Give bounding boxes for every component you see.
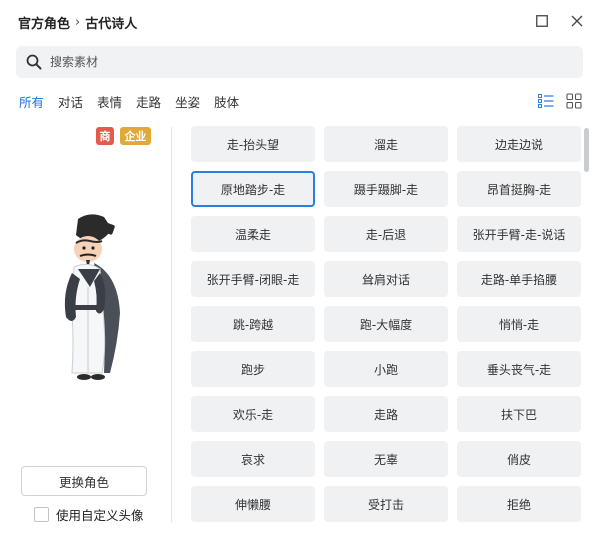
action-item[interactable]: 昂首挺胸-走	[457, 171, 581, 207]
action-item[interactable]: 跑步	[191, 351, 315, 387]
action-item[interactable]: 原地踏步-走	[191, 171, 315, 207]
action-item[interactable]: 俏皮	[457, 441, 581, 477]
action-item[interactable]: 哀求	[191, 441, 315, 477]
breadcrumb-separator: ›	[75, 15, 81, 30]
action-item[interactable]: 蹑手蹑脚-走	[324, 171, 448, 207]
tab-all[interactable]: 所有	[19, 92, 44, 110]
action-item[interactable]: 温柔走	[191, 216, 315, 252]
action-item[interactable]: 伸懒腰	[191, 486, 315, 522]
search-icon	[26, 54, 42, 70]
category-tabs: 所有 对话 表情 走路 坐姿 肢体	[19, 92, 253, 110]
grid-view-icon	[566, 93, 582, 109]
action-item[interactable]: 张开手臂-走-说话	[457, 216, 581, 252]
breadcrumb-parent[interactable]: 官方角色	[18, 13, 70, 32]
custom-avatar-label: 使用自定义头像	[56, 508, 144, 523]
action-item[interactable]: 无辜	[324, 441, 448, 477]
action-grid: 走-抬头望 溜走 边走边说原地踏步-走 蹑手蹑脚-走 昂首挺胸-走温柔走 走-后退 张开手臂…	[191, 126, 583, 522]
title-bar: 官方角色 › 古代诗人	[0, 0, 598, 42]
action-item[interactable]: 受打击	[324, 486, 448, 522]
custom-avatar-option[interactable]: 使用自定义头像	[34, 505, 144, 524]
close-button[interactable]	[566, 10, 588, 32]
enterprise-badge: 企业	[120, 127, 151, 145]
panel-divider	[171, 127, 172, 522]
maximize-icon	[536, 15, 548, 27]
action-item[interactable]: 欢乐-走	[191, 396, 315, 432]
action-item[interactable]: 走-抬头望	[191, 126, 315, 162]
character-panel: 商 企业 更换角色 使用自定义头像	[16, 125, 171, 525]
tab-expression[interactable]: 表情	[97, 92, 122, 110]
custom-avatar-checkbox[interactable]	[34, 507, 49, 522]
action-item[interactable]: 走路	[324, 396, 448, 432]
list-view-button[interactable]	[538, 93, 554, 109]
action-item[interactable]: 跑-大幅度	[324, 306, 448, 342]
scrollbar[interactable]	[584, 128, 589, 172]
action-item[interactable]: 张开手臂-闭眼-走	[191, 261, 315, 297]
tab-walk[interactable]: 走路	[136, 92, 161, 110]
action-item[interactable]: 走-后退	[324, 216, 448, 252]
tab-sit[interactable]: 坐姿	[175, 92, 200, 110]
grid-view-button[interactable]	[566, 93, 582, 109]
breadcrumb: 官方角色 › 古代诗人	[18, 13, 137, 32]
action-item[interactable]: 跳-跨越	[191, 306, 315, 342]
action-item[interactable]: 边走边说	[457, 126, 581, 162]
close-icon	[571, 15, 583, 27]
action-item[interactable]: 悄悄-走	[457, 306, 581, 342]
breadcrumb-current: 古代诗人	[85, 17, 138, 32]
search-bar	[16, 46, 583, 78]
action-item[interactable]: 扶下巴	[457, 396, 581, 432]
action-item[interactable]: 溜走	[324, 126, 448, 162]
maximize-button[interactable]	[531, 10, 553, 32]
search-input[interactable]	[50, 55, 550, 69]
commercial-badge: 商	[96, 127, 114, 145]
tab-body[interactable]: 肢体	[214, 92, 239, 110]
action-item[interactable]: 小跑	[324, 351, 448, 387]
tab-dialogue[interactable]: 对话	[58, 92, 83, 110]
action-item[interactable]: 耸肩对话	[324, 261, 448, 297]
ancient-poet-character-icon	[64, 214, 120, 380]
action-item[interactable]: 拒绝	[457, 486, 581, 522]
action-item[interactable]: 走路-单手掐腰	[457, 261, 581, 297]
change-role-button[interactable]: 更换角色	[21, 466, 147, 496]
action-item[interactable]: 垂头丧气-走	[457, 351, 581, 387]
list-view-icon	[538, 94, 554, 108]
